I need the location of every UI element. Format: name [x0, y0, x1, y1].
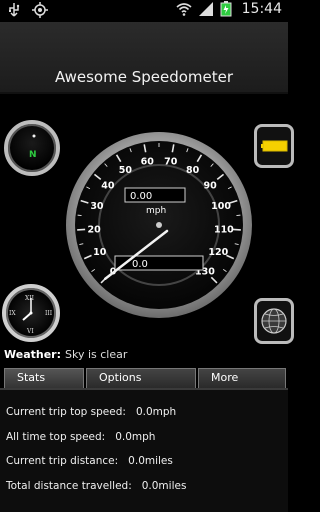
clock-hour-hand: [22, 312, 32, 321]
globe-icon: [261, 308, 287, 334]
app-title: Awesome Speedometer: [54, 68, 234, 86]
gps-icon: [32, 2, 48, 18]
gauge-tick-label: 110: [214, 224, 234, 235]
globe-button[interactable]: [254, 298, 294, 344]
needle-hub: [156, 222, 162, 228]
usb-icon: [6, 2, 22, 18]
stat-all-time-top-speed: All time top speed: 0.0mph: [6, 431, 155, 443]
wifi-icon: [176, 1, 192, 17]
gauge-tick-label: 60: [141, 157, 155, 168]
compass-marker: [32, 134, 36, 138]
stat-label: All time top speed:: [6, 431, 106, 443]
stat-total-distance: Total distance travelled: 0.0miles: [6, 480, 186, 492]
speed-readout: 0.00: [130, 191, 152, 202]
stat-value: 0.0miles: [141, 480, 187, 492]
tab-options[interactable]: Options: [86, 368, 196, 388]
status-time: 15:44: [241, 1, 282, 17]
tab-more[interactable]: More: [198, 368, 286, 388]
tab-stats[interactable]: Stats: [4, 368, 84, 388]
stat-value: 0.0mph: [135, 406, 177, 418]
clock-widget[interactable]: XII III VI IX: [2, 284, 60, 342]
gauge-tick-label: 10: [93, 247, 107, 258]
clock-numeral-12: XII: [25, 295, 35, 302]
tab-bar: Stats Options More: [0, 366, 288, 388]
battery-level-icon: [262, 140, 288, 152]
gauge-tick-label: 40: [101, 180, 115, 191]
stat-value: 0.0miles: [128, 455, 173, 467]
stats-panel: Current trip top speed: 0.0mph All time t…: [0, 390, 288, 512]
title-bar: Awesome Speedometer: [0, 22, 288, 94]
stat-label: Total distance travelled:: [6, 480, 132, 492]
weather-value: Sky is clear: [65, 348, 128, 361]
gauge-tick-label: 120: [208, 247, 228, 258]
compass-heading: N: [29, 150, 37, 160]
gauge-tick-label: 90: [204, 180, 218, 191]
signal-icon: [198, 1, 214, 17]
stat-current-trip-distance: Current trip distance: 0.0miles: [6, 455, 173, 467]
clock-numeral-3: III: [45, 310, 53, 317]
stat-current-trip-top-speed: Current trip top speed: 0.0mph: [6, 406, 176, 418]
odometer-readout: 0.0: [132, 259, 148, 270]
gauge-tick-label: 80: [186, 165, 200, 176]
speed-unit-label: mph: [146, 206, 166, 216]
battery-button[interactable]: [254, 124, 294, 168]
stat-value: 0.0mph: [115, 431, 156, 443]
gauge-tick-label: 70: [164, 157, 178, 168]
status-bar: 15:44: [0, 0, 288, 22]
weather-status: Weather: Sky is clear: [4, 348, 127, 361]
gauge-tick-label: 30: [90, 201, 104, 212]
stat-label: Current trip distance:: [6, 455, 119, 467]
odometer-box: [114, 255, 204, 271]
stat-label: Current trip top speed:: [6, 406, 126, 418]
weather-label: Weather:: [4, 348, 61, 361]
gauge-tick-label: 100: [211, 201, 231, 212]
clock-numeral-9: IX: [9, 310, 16, 317]
battery-icon: [220, 1, 236, 17]
speedometer-gauge: 0102030405060708090100110120130 0.00 mph…: [66, 132, 252, 318]
gauge-tick-label: 20: [88, 224, 102, 235]
gauge-tick-label: 50: [119, 165, 133, 176]
clock-numeral-6: VI: [26, 328, 34, 335]
compass-widget[interactable]: N: [4, 120, 60, 176]
